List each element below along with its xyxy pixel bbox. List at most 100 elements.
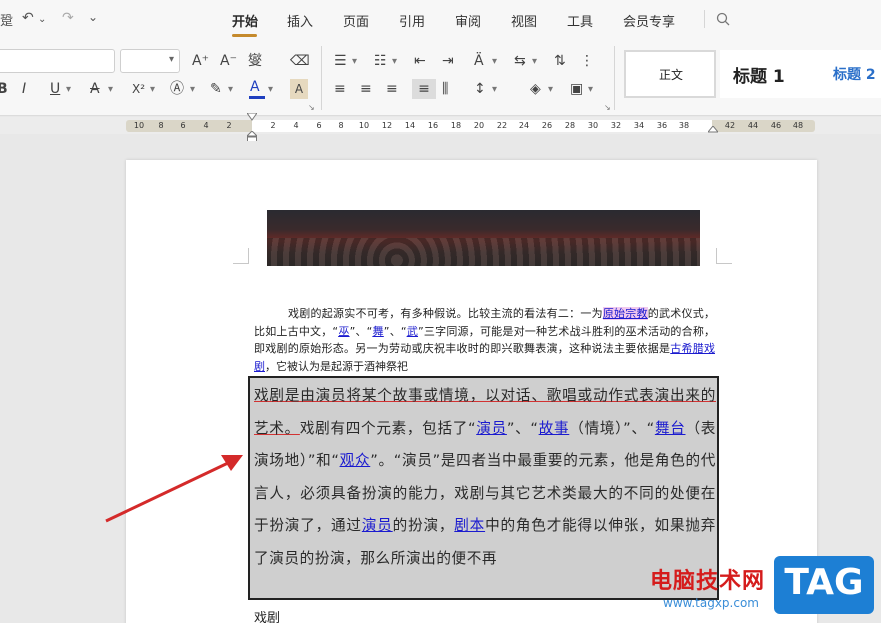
hyperlink-actor[interactable]: 演员: [476, 420, 507, 437]
hanging-indent-marker[interactable]: [247, 131, 257, 141]
align-right-icon[interactable]: ≡: [386, 79, 398, 99]
font-size-combo[interactable]: ▾: [120, 49, 180, 73]
divider: [321, 46, 322, 110]
highlight-dropdown-icon[interactable]: ▾: [228, 80, 233, 100]
ruler-number: 8: [338, 121, 344, 130]
hyperlink-script[interactable]: 剧本: [454, 517, 485, 534]
text-run: ”、“: [383, 324, 407, 338]
case-dropdown-icon[interactable]: ▾: [492, 52, 497, 72]
text-effect-icon[interactable]: Ⓐ: [170, 79, 184, 99]
redo-icon[interactable]: ↷: [62, 10, 74, 26]
direction-dropdown-icon[interactable]: ▾: [532, 52, 537, 72]
style-normal[interactable]: 正文: [624, 50, 716, 98]
decrease-indent-icon[interactable]: ⇤: [414, 51, 426, 71]
tab-page[interactable]: 页面: [343, 11, 369, 30]
ruler-number: 34: [633, 121, 645, 130]
undo-icon[interactable]: ↶: [22, 10, 34, 26]
tab-view[interactable]: 视图: [511, 11, 537, 30]
tab-insert[interactable]: 插入: [287, 11, 313, 30]
font-color-bar: [249, 96, 265, 99]
bullet-list-icon[interactable]: ☰: [334, 51, 347, 71]
tab-tools[interactable]: 工具: [567, 11, 593, 30]
highlight-icon[interactable]: ✎: [210, 79, 222, 99]
hyperlink-story[interactable]: 故事: [539, 420, 570, 437]
ruler-number: 8: [158, 121, 164, 130]
right-indent-marker[interactable]: [708, 126, 718, 136]
clear-format-icon[interactable]: ⌫: [290, 51, 310, 71]
sort-icon[interactable]: ⇅: [554, 51, 566, 71]
strike-dropdown-icon[interactable]: ▾: [108, 80, 113, 100]
font-name-combo[interactable]: [0, 49, 115, 73]
paragraph-heading-drama[interactable]: 戏剧: [254, 607, 280, 623]
effect-dropdown-icon[interactable]: ▾: [190, 80, 195, 100]
font-dialog-launcher-icon[interactable]: ↘: [308, 98, 315, 118]
show-marks-icon[interactable]: ⋮: [580, 51, 594, 71]
border-dropdown-icon[interactable]: ▾: [588, 80, 593, 100]
tab-review[interactable]: 审阅: [455, 11, 481, 30]
paragraph-origin[interactable]: 戏剧的起源实不可考，有多种假说。比较主流的看法有二：一为原始宗教的武术仪式，比如…: [254, 305, 715, 375]
phonetic-guide-icon[interactable]: 燮: [248, 51, 262, 71]
paragraph-dialog-launcher-icon[interactable]: ↘: [604, 98, 611, 118]
hyperlink-wu-martial[interactable]: 武: [407, 325, 418, 338]
search-icon[interactable]: [716, 12, 730, 26]
divider: [704, 10, 705, 28]
underline-button[interactable]: U: [50, 79, 60, 99]
ruler-number: 44: [747, 121, 759, 130]
change-case-icon[interactable]: Ä: [474, 51, 484, 71]
ruler-number: 2: [270, 121, 276, 130]
ruler-number: 46: [770, 121, 782, 130]
paragraph-definition[interactable]: 戏剧是由演员将某个故事或情境，以对话、歌唱或动作式表演出来的艺术。戏剧有四个元素…: [254, 380, 716, 576]
tab-home[interactable]: 开始: [232, 11, 258, 30]
superscript-button[interactable]: X²: [132, 79, 145, 99]
hyperlink-wu-dance[interactable]: 舞: [372, 325, 383, 338]
hyperlink-actor-2[interactable]: 演员: [362, 517, 393, 534]
border-icon[interactable]: ▣: [570, 79, 583, 99]
text-run: ，它被认为是起源于酒神祭祀: [265, 359, 408, 373]
style-heading1[interactable]: 标题 1: [733, 62, 785, 87]
char-shading-button[interactable]: A: [290, 79, 308, 99]
hyperlink-wu-shaman[interactable]: 巫: [338, 325, 349, 338]
align-center-icon[interactable]: ≡: [360, 79, 372, 99]
line-spacing-icon[interactable]: ↕: [474, 79, 486, 99]
style-heading2[interactable]: 标题 2: [833, 64, 876, 84]
underline-dropdown-icon[interactable]: ▾: [66, 80, 71, 100]
shading-dropdown-icon[interactable]: ▾: [548, 80, 553, 100]
strikethrough-button[interactable]: A: [90, 79, 100, 99]
shrink-font-button[interactable]: A⁻: [220, 51, 237, 71]
watermark-text: 电脑技术网: [650, 569, 766, 594]
font-color-dropdown-icon[interactable]: ▾: [268, 80, 273, 100]
ruler-number: 20: [473, 121, 485, 130]
undo-dropdown-icon[interactable]: ⌄: [38, 14, 46, 25]
grow-font-button[interactable]: A⁺: [192, 51, 209, 71]
tab-references[interactable]: 引用: [399, 11, 425, 30]
direction-icon[interactable]: ⇆: [514, 51, 526, 71]
first-line-indent-marker[interactable]: [247, 113, 257, 123]
align-left-icon[interactable]: ≡: [334, 79, 346, 99]
superscript-dropdown-icon[interactable]: ▾: [150, 80, 155, 100]
spacing-dropdown-icon[interactable]: ▾: [492, 80, 497, 100]
font-color-button[interactable]: A: [250, 77, 260, 97]
numbered-list-icon[interactable]: ☷: [374, 51, 387, 71]
margin-corner-marker: [233, 248, 249, 264]
ruler-number: 10: [358, 121, 370, 130]
header-image[interactable]: [267, 210, 700, 266]
more-chevron-icon[interactable]: ⌄: [88, 10, 98, 24]
ribbon: ▾ A⁺ A⁻ 燮 ⌫ B I U ▾ A ▾ X² ▾ Ⓐ ▾ ✎ ▾ A ▾…: [0, 40, 881, 116]
text-run: 戏剧的起源实不可考，有多种假说。比较主流的看法有二：一为: [288, 307, 603, 320]
hyperlink-stage[interactable]: 舞台: [655, 420, 686, 437]
text-run: 的扮演，: [392, 517, 455, 535]
hyperlink-primitive-religion[interactable]: 原始宗教: [602, 307, 648, 320]
tab-member[interactable]: 会员专享: [623, 11, 675, 30]
distribute-icon[interactable]: ⫼: [442, 79, 448, 99]
bold-button[interactable]: B: [0, 79, 8, 99]
italic-icon[interactable]: I: [22, 79, 26, 99]
ruler-number: 18: [450, 121, 462, 130]
hyperlink-audience[interactable]: 观众: [340, 452, 371, 469]
bullet-dropdown-icon[interactable]: ▾: [352, 52, 357, 72]
increase-indent-icon[interactable]: ⇥: [442, 51, 454, 71]
menu-bar: 跫 ↶ ⌄ ↷ ⌄ 开始 插入 页面 引用 审阅 视图 工具 会员专享: [0, 0, 881, 40]
justify-icon[interactable]: ≡: [412, 79, 436, 99]
shading-icon[interactable]: ◈: [530, 79, 541, 99]
ruler-number: 48: [792, 121, 804, 130]
number-dropdown-icon[interactable]: ▾: [392, 52, 397, 72]
